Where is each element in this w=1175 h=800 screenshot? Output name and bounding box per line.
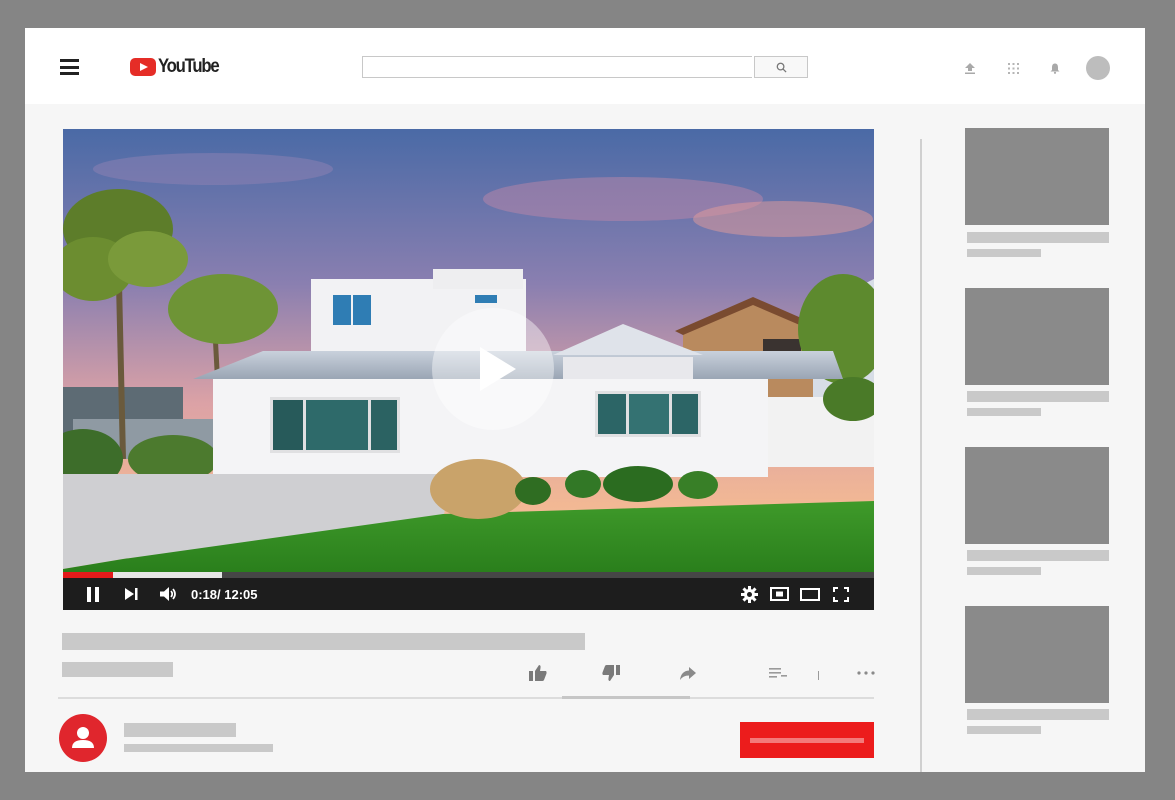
recommended-title-placeholder (967, 232, 1109, 243)
more-icon[interactable] (855, 665, 877, 681)
user-icon (72, 727, 94, 748)
recommended-meta-placeholder (967, 249, 1041, 257)
next-icon[interactable] (123, 584, 139, 604)
video-player[interactable]: 0:18/ 12:05 (63, 129, 874, 610)
recommended-thumbnail[interactable] (965, 128, 1109, 225)
search-button[interactable] (754, 56, 808, 78)
save-to-playlist-icon[interactable] (768, 665, 788, 681)
pause-icon[interactable] (85, 584, 101, 604)
video-title-placeholder (62, 633, 585, 650)
big-play-button[interactable] (432, 308, 554, 430)
brand-name: YouTube (158, 56, 220, 77)
theater-mode-icon[interactable] (799, 584, 821, 604)
notification-bell-icon[interactable] (1048, 61, 1062, 75)
subscribe-button[interactable] (740, 722, 874, 758)
recommended-title-placeholder (967, 550, 1109, 561)
recommended-meta-placeholder (967, 567, 1041, 575)
divider-highlight (562, 696, 690, 699)
dislike-icon[interactable] (601, 665, 621, 681)
account-avatar[interactable] (1086, 56, 1110, 80)
recommended-title-placeholder (967, 709, 1109, 720)
channel-name-placeholder (124, 723, 236, 737)
recommended-meta-placeholder (967, 726, 1041, 734)
youtube-logo[interactable]: YouTube (130, 56, 227, 77)
recommended-thumbnail[interactable] (965, 288, 1109, 385)
like-icon[interactable] (528, 665, 548, 681)
upload-icon[interactable] (963, 61, 977, 75)
miniplayer-icon[interactable] (768, 584, 790, 604)
share-icon[interactable] (678, 665, 698, 681)
view-count-placeholder (62, 662, 173, 677)
subscriber-count-placeholder (124, 744, 273, 752)
apps-grid-icon[interactable] (1006, 61, 1020, 75)
settings-gear-icon[interactable] (739, 584, 759, 604)
app-window: YouTube 0:18/ 12:05 (25, 28, 1145, 772)
recommended-thumbnail[interactable] (965, 447, 1109, 544)
fullscreen-icon[interactable] (831, 584, 851, 604)
action-separator (818, 671, 819, 680)
channel-avatar[interactable] (59, 714, 107, 762)
recommended-meta-placeholder (967, 408, 1041, 416)
search-icon (776, 62, 787, 73)
top-bar: YouTube (25, 28, 1145, 104)
menu-icon[interactable] (60, 59, 79, 75)
time-display: 0:18/ 12:05 (191, 587, 258, 602)
recommended-title-placeholder (967, 391, 1109, 402)
subscribe-label-placeholder (750, 738, 864, 743)
recommended-thumbnail[interactable] (965, 606, 1109, 703)
search-input[interactable] (362, 56, 752, 78)
player-controls: 0:18/ 12:05 (63, 578, 874, 610)
youtube-logo-icon (130, 58, 156, 76)
sidebar-divider (920, 139, 922, 772)
section-divider (58, 697, 874, 699)
volume-icon[interactable] (158, 584, 178, 604)
